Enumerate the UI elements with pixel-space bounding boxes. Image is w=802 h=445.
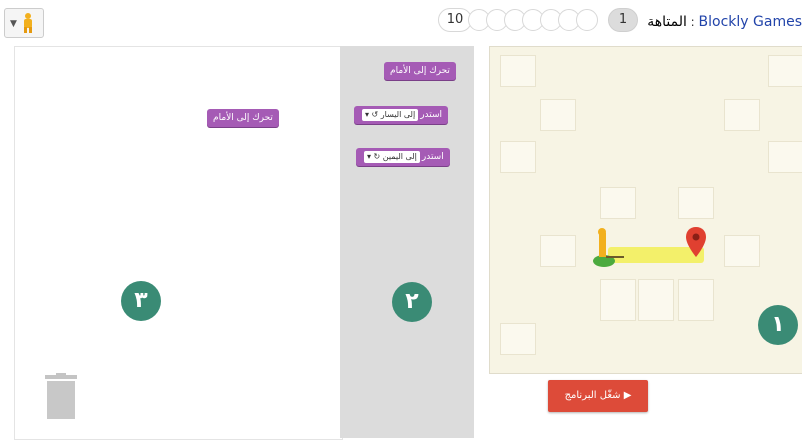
maze-wall-tile <box>500 323 536 355</box>
game-title: المتاهة <box>647 14 687 30</box>
run-program-button[interactable]: ▶ شغّل البرنامج <box>548 380 648 412</box>
title-separator: : <box>686 15 699 29</box>
maze-wall-tile <box>768 55 802 87</box>
toolbox: تحرك إلى الأمام استدرإلى اليسار ↺ ▾ استد… <box>340 46 474 438</box>
turn-direction-dropdown[interactable]: إلى اليسار ↺ ▾ <box>362 109 419 121</box>
maze-wall-tile <box>540 235 576 267</box>
level-bubble[interactable] <box>576 9 598 31</box>
blockly-games-link[interactable]: Blockly Games <box>699 14 802 30</box>
turn-direction-dropdown[interactable]: إلى اليمين ↻ ▾ <box>364 151 420 163</box>
page-title: المتاهة : Blockly Games <box>647 14 802 30</box>
pegman-icon <box>24 13 32 33</box>
move-forward-block[interactable]: تحرك إلى الأمام <box>207 109 279 127</box>
maze-display: ١ <box>489 46 802 374</box>
maze-wall-tile <box>678 279 714 321</box>
maze-wall-tile <box>600 187 636 219</box>
dropdown-arrow-icon: ▼ <box>10 19 17 29</box>
run-button-label: شغّل البرنامج <box>564 390 621 401</box>
trash-icon[interactable] <box>45 373 77 419</box>
block-label: استدر <box>420 110 443 120</box>
play-icon: ▶ <box>623 390 632 401</box>
maze-wall-tile <box>638 279 674 321</box>
level-selector: 10 1 <box>438 8 638 33</box>
maze-wall-tile <box>768 141 802 173</box>
pegman-icon <box>593 228 624 267</box>
maze-wall-tile <box>600 279 636 321</box>
maze-wall-tile <box>500 141 536 173</box>
maze-wall-tile <box>540 99 576 131</box>
maze-wall-tile <box>678 187 714 219</box>
maze-number-badge: ١ <box>758 305 798 345</box>
level-1-bubble[interactable]: 1 <box>608 8 638 32</box>
toolbox-number-badge: ٢ <box>392 282 432 322</box>
map-marker-icon <box>686 227 706 257</box>
toolbox-turn-right-block[interactable]: استدرإلى اليمين ↻ ▾ <box>356 148 450 166</box>
block-label: استدر <box>421 152 444 162</box>
toolbox-move-forward-block[interactable]: تحرك إلى الأمام <box>384 62 456 80</box>
maze-wall-tile <box>500 55 536 87</box>
blocks-workspace[interactable]: تحرك إلى الأمام ٣ <box>14 46 343 440</box>
block-label: تحرك إلى الأمام <box>213 113 273 123</box>
toolbox-turn-left-block[interactable]: استدرإلى اليسار ↺ ▾ <box>354 106 449 124</box>
block-label: تحرك إلى الأمام <box>390 66 450 76</box>
maze-wall-tile <box>724 99 760 131</box>
header: ▼ 10 1 المتاهة : Blockly Games <box>0 0 802 46</box>
pegman-selector[interactable]: ▼ <box>4 8 44 38</box>
maze-wall-tile <box>724 235 760 267</box>
level-10-bubble[interactable]: 10 <box>438 8 472 32</box>
workspace-number-badge: ٣ <box>121 281 161 321</box>
